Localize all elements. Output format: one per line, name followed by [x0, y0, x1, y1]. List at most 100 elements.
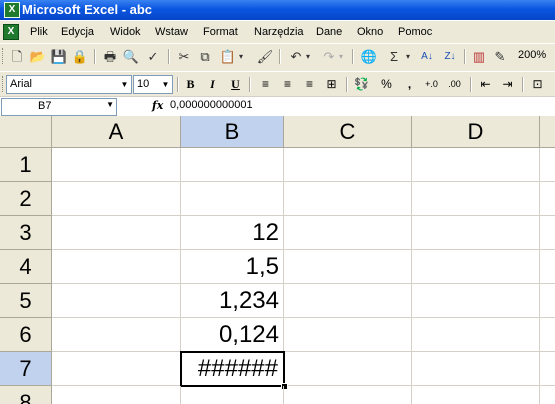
currency-icon[interactable]: 💱 [352, 75, 371, 94]
percent-button[interactable]: % [377, 75, 396, 94]
chevron-down-icon[interactable]: ▼ [159, 76, 172, 93]
cell-d4[interactable] [412, 250, 540, 284]
cell-c8[interactable] [284, 386, 412, 404]
borders-icon[interactable]: ⊡ [528, 75, 547, 94]
cell-c7[interactable] [284, 352, 412, 386]
cell-b4[interactable]: 1,5 [181, 250, 284, 284]
menu-plik[interactable]: Plik [30, 25, 48, 39]
font-name-combo[interactable]: Arial ▼ [6, 75, 132, 94]
cell-b2[interactable] [181, 182, 284, 216]
cell-b6[interactable]: 0,124 [181, 318, 284, 352]
column-header-e[interactable] [540, 116, 555, 148]
increase-decimal-icon[interactable]: +.0 [422, 75, 441, 94]
copy-icon[interactable]: ⧉ [196, 48, 214, 66]
print-icon[interactable]: 🖶 [101, 48, 119, 66]
paste-dropdown-icon[interactable]: ▾ [236, 48, 246, 66]
cell-c5[interactable] [284, 284, 412, 318]
menu-dane[interactable]: Dane [316, 25, 342, 39]
cell-d6[interactable] [412, 318, 540, 352]
cell-c1[interactable] [284, 148, 412, 182]
print-preview-icon[interactable]: 🔍 [122, 48, 140, 66]
new-icon[interactable]: 🗋 [8, 48, 26, 66]
cell-d5[interactable] [412, 284, 540, 318]
sort-ascending-icon[interactable]: A↓ [418, 48, 436, 66]
row-header-4[interactable]: 4 [0, 250, 52, 284]
cell-a2[interactable] [52, 182, 181, 216]
column-header-b[interactable]: B [181, 116, 284, 148]
menu-edycja[interactable]: Edycja [61, 25, 94, 39]
cell-b3[interactable]: 12 [181, 216, 284, 250]
open-icon[interactable]: 📂 [29, 48, 47, 66]
row-header-6[interactable]: 6 [0, 318, 52, 352]
decrease-indent-icon[interactable]: ⇤ [476, 75, 495, 94]
sort-descending-icon[interactable]: Z↓ [441, 48, 459, 66]
formula-input[interactable]: 0,000000000001 [170, 99, 253, 111]
row-header-7[interactable]: 7 [0, 352, 52, 386]
cell-b1[interactable] [181, 148, 284, 182]
save-icon[interactable]: 💾 [50, 48, 68, 66]
merge-center-icon[interactable]: ⊞ [322, 75, 341, 94]
cell-e1[interactable] [540, 148, 555, 182]
column-header-c[interactable]: C [284, 116, 412, 148]
menu-wstaw[interactable]: Wstaw [155, 25, 188, 39]
cell-a8[interactable] [52, 386, 181, 404]
name-box[interactable]: B7 ▼ [1, 98, 117, 116]
select-all-corner[interactable] [0, 116, 52, 148]
cell-d8[interactable] [412, 386, 540, 404]
chart-wizard-icon[interactable]: ▥ [470, 48, 488, 66]
row-header-1[interactable]: 1 [0, 148, 52, 182]
cell-b7-active[interactable]: ###### [180, 351, 285, 387]
cut-icon[interactable]: ✂ [175, 48, 193, 66]
menu-narzedzia[interactable]: Narzędzia [254, 25, 304, 39]
align-center-icon[interactable]: ≡ [278, 75, 297, 94]
cell-e3[interactable] [540, 216, 555, 250]
drawing-icon[interactable]: ✎ [491, 48, 509, 66]
cell-b8[interactable] [181, 386, 284, 404]
increase-indent-icon[interactable]: ⇥ [498, 75, 517, 94]
undo-dropdown-icon[interactable]: ▾ [303, 48, 313, 66]
cell-d7[interactable] [412, 352, 540, 386]
cell-e2[interactable] [540, 182, 555, 216]
autosum-icon[interactable]: Σ [385, 48, 403, 66]
chevron-down-icon[interactable]: ▼ [118, 76, 131, 93]
cell-a6[interactable] [52, 318, 181, 352]
menu-okno[interactable]: Okno [357, 25, 383, 39]
cell-d2[interactable] [412, 182, 540, 216]
italic-button[interactable]: I [203, 75, 222, 94]
column-header-a[interactable]: A [52, 116, 181, 148]
menu-widok[interactable]: Widok [110, 25, 141, 39]
cell-e5[interactable] [540, 284, 555, 318]
align-left-icon[interactable]: ≡ [256, 75, 275, 94]
cell-d1[interactable] [412, 148, 540, 182]
decrease-decimal-icon[interactable]: .00 [445, 75, 464, 94]
cell-e6[interactable] [540, 318, 555, 352]
chevron-down-icon[interactable]: ▼ [106, 100, 114, 109]
paste-icon[interactable]: 📋 [219, 48, 237, 66]
row-header-8[interactable]: 8 [0, 386, 52, 404]
comma-style-button[interactable]: , [400, 75, 419, 94]
cell-d3[interactable] [412, 216, 540, 250]
toolbar-grip[interactable] [2, 48, 6, 64]
cell-a5[interactable] [52, 284, 181, 318]
cell-c2[interactable] [284, 182, 412, 216]
cell-c6[interactable] [284, 318, 412, 352]
cell-c3[interactable] [284, 216, 412, 250]
menu-pomoc[interactable]: Pomoc [398, 25, 432, 39]
align-right-icon[interactable]: ≡ [300, 75, 319, 94]
row-header-5[interactable]: 5 [0, 284, 52, 318]
format-painter-icon[interactable]: 🖌 [256, 48, 274, 66]
cell-e4[interactable] [540, 250, 555, 284]
cell-c4[interactable] [284, 250, 412, 284]
redo-dropdown-icon[interactable]: ▾ [336, 48, 346, 66]
workbook-icon[interactable]: X [3, 24, 19, 40]
zoom-box[interactable]: 200% [518, 49, 546, 61]
row-header-3[interactable]: 3 [0, 216, 52, 250]
autosum-dropdown-icon[interactable]: ▾ [403, 48, 413, 66]
font-size-combo[interactable]: 10 ▼ [133, 75, 173, 94]
hyperlink-icon[interactable]: 🌐 [360, 48, 378, 66]
menu-format[interactable]: Format [203, 25, 238, 39]
cell-a7[interactable] [52, 352, 181, 386]
cell-a1[interactable] [52, 148, 181, 182]
cell-a4[interactable] [52, 250, 181, 284]
spelling-icon[interactable]: ✓ [144, 48, 162, 66]
